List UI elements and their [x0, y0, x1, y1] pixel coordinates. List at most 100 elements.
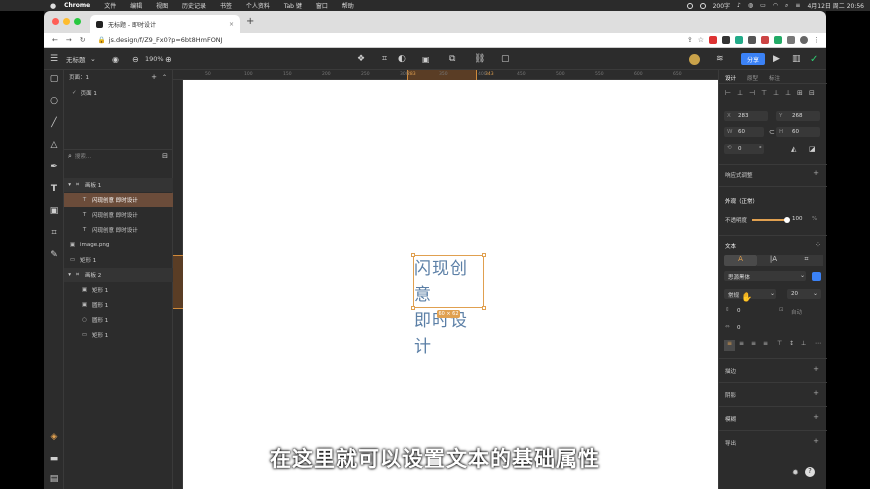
- valign-top-icon[interactable]: ⊤: [777, 340, 782, 347]
- close-window-button[interactable]: [52, 18, 59, 25]
- menu-edit[interactable]: 编辑: [130, 3, 142, 10]
- collapse-icon[interactable]: ⌃: [162, 74, 167, 81]
- flip-vertical-icon[interactable]: ◪: [809, 145, 816, 153]
- layer-row[interactable]: T 闪现创意 即时设计: [64, 193, 173, 207]
- add-constraint-icon[interactable]: +: [813, 169, 819, 177]
- comment-icon[interactable]: ◉: [112, 48, 119, 70]
- layer-row[interactable]: ▣ 圆形 1: [64, 298, 173, 312]
- new-tab-button[interactable]: +: [246, 16, 254, 27]
- lock-ratio-icon[interactable]: ⊂: [769, 128, 775, 136]
- layer-row[interactable]: ▭ 矩形 1: [64, 328, 173, 342]
- tab-annotate[interactable]: 标注: [769, 74, 780, 82]
- play-icon[interactable]: ▶: [773, 48, 780, 70]
- text-styles-icon[interactable]: ⁘: [815, 241, 821, 249]
- align-right-icon[interactable]: ⊣: [749, 89, 755, 97]
- align-left-icon[interactable]: ⊢: [725, 89, 731, 97]
- image-tool-icon[interactable]: ▣: [44, 204, 64, 218]
- extension-icon[interactable]: [761, 36, 769, 44]
- menu-view[interactable]: 视图: [156, 3, 168, 10]
- layers-stack-icon[interactable]: ≋: [716, 48, 724, 70]
- boolean-icon[interactable]: ▣: [422, 48, 430, 70]
- brush-icon[interactable]: ✎: [44, 248, 64, 262]
- triangle-icon[interactable]: △: [44, 138, 64, 152]
- layers-icon[interactable]: ◈: [44, 430, 64, 444]
- align-right-text-icon[interactable]: ≡: [751, 340, 756, 347]
- component-icon[interactable]: ❖: [357, 48, 365, 70]
- search-icon[interactable]: ⌕: [785, 2, 788, 10]
- opacity-slider-knob[interactable]: [784, 217, 790, 223]
- bookmark-star-icon[interactable]: ☆: [698, 36, 704, 44]
- distribute-icon[interactable]: ⊞: [797, 89, 803, 97]
- extension-icon[interactable]: [735, 36, 743, 44]
- extension-icon[interactable]: [774, 36, 782, 44]
- layer-search[interactable]: ⌕ 搜索... ⊟: [64, 149, 173, 162]
- layer-row[interactable]: T 闪现创意 即时设计: [64, 223, 173, 237]
- main-menu-icon[interactable]: ☰: [50, 48, 58, 70]
- valign-bottom-icon[interactable]: ⊥: [801, 340, 806, 347]
- text-auto-width-button[interactable]: ⌗: [790, 255, 823, 266]
- app-name[interactable]: Chrome: [64, 2, 90, 9]
- layer-row[interactable]: ▾ ⌗ 画板 2: [64, 268, 173, 282]
- frame-tool-icon[interactable]: ⌗: [382, 48, 387, 70]
- minimize-window-button[interactable]: [63, 18, 70, 25]
- extension-icon[interactable]: [709, 36, 717, 44]
- control-center-icon[interactable]: ≡: [795, 2, 800, 9]
- menu-bookmarks[interactable]: 书签: [220, 3, 232, 10]
- layer-row[interactable]: ○ 圆形 1: [64, 313, 173, 327]
- extension-icon[interactable]: [722, 36, 730, 44]
- status-icon[interactable]: [699, 2, 706, 9]
- add-export-icon[interactable]: +: [813, 437, 819, 445]
- input-indicator[interactable]: 200字: [713, 1, 730, 10]
- tab-prototype[interactable]: 原型: [747, 74, 758, 82]
- file-name[interactable]: 无标题: [66, 48, 86, 70]
- extension-icon[interactable]: [748, 36, 756, 44]
- chevron-down-icon[interactable]: ⌄: [90, 48, 96, 70]
- opacity-value[interactable]: 100: [792, 216, 803, 222]
- layer-row[interactable]: ▭ 矩形 1: [64, 253, 173, 267]
- flip-horizontal-icon[interactable]: ◭: [791, 145, 796, 153]
- align-hcenter-icon[interactable]: ⊥: [737, 89, 743, 97]
- share-button[interactable]: 分享: [741, 53, 765, 65]
- appearance-label[interactable]: 外观（正常）: [725, 197, 758, 205]
- layer-row[interactable]: ▣ 矩形 1: [64, 283, 173, 297]
- filter-icon[interactable]: ⊟: [162, 152, 168, 160]
- more-menu-icon[interactable]: ⋮: [813, 36, 820, 44]
- forward-icon[interactable]: →: [66, 36, 72, 44]
- close-tab-icon[interactable]: ×: [229, 21, 234, 28]
- add-page-icon[interactable]: +: [151, 73, 157, 81]
- status-icon[interactable]: [686, 2, 693, 9]
- wifi-icon[interactable]: ◠: [773, 2, 778, 9]
- assets-icon[interactable]: ▤: [44, 472, 64, 486]
- reload-icon[interactable]: ↻: [80, 36, 86, 44]
- add-stroke-icon[interactable]: +: [813, 365, 819, 373]
- justify-text-icon[interactable]: ≡: [763, 340, 768, 347]
- crop-tool-icon[interactable]: ⌗: [44, 226, 64, 240]
- opacity-slider[interactable]: [752, 217, 790, 223]
- url-field[interactable]: 🔒 js.design/f/Z9_Fx0?p=6bt8HmFONJ: [98, 36, 223, 44]
- mic-icon[interactable]: ♪: [737, 2, 741, 9]
- layer-row[interactable]: ▣ image.png: [64, 238, 173, 252]
- more-text-options-icon[interactable]: ⋯: [815, 340, 821, 347]
- add-shadow-icon[interactable]: +: [813, 389, 819, 397]
- zoom-level[interactable]: 190%: [145, 48, 164, 70]
- battery-icon[interactable]: ▭: [760, 2, 766, 9]
- link-icon[interactable]: ⛓: [474, 48, 485, 70]
- settings-icon[interactable]: ✹: [792, 468, 799, 477]
- back-icon[interactable]: ←: [52, 36, 58, 44]
- frame-icon[interactable]: ▢: [44, 72, 64, 86]
- user-avatar[interactable]: [689, 48, 700, 70]
- zoom-window-button[interactable]: [74, 18, 81, 25]
- ellipse-icon[interactable]: ○: [44, 94, 64, 108]
- layer-row[interactable]: ▾ ⌗ 画板 1: [64, 178, 173, 192]
- zoom-out-icon[interactable]: ⊖: [132, 48, 139, 70]
- letter-spacing-value[interactable]: 0: [737, 325, 741, 331]
- text-tool-icon[interactable]: T: [44, 182, 64, 196]
- valign-middle-icon[interactable]: ↕: [789, 340, 794, 347]
- browser-tab[interactable]: 无标题 - 即时设计 ×: [90, 15, 240, 33]
- share-page-icon[interactable]: ⇪: [687, 36, 693, 44]
- apple-icon[interactable]: ●: [50, 2, 56, 10]
- menu-history[interactable]: 历史记录: [182, 3, 206, 10]
- text-color-swatch[interactable]: [812, 272, 821, 281]
- align-left-text-icon[interactable]: ≡: [724, 340, 735, 351]
- mask-icon[interactable]: ⧉: [449, 48, 455, 70]
